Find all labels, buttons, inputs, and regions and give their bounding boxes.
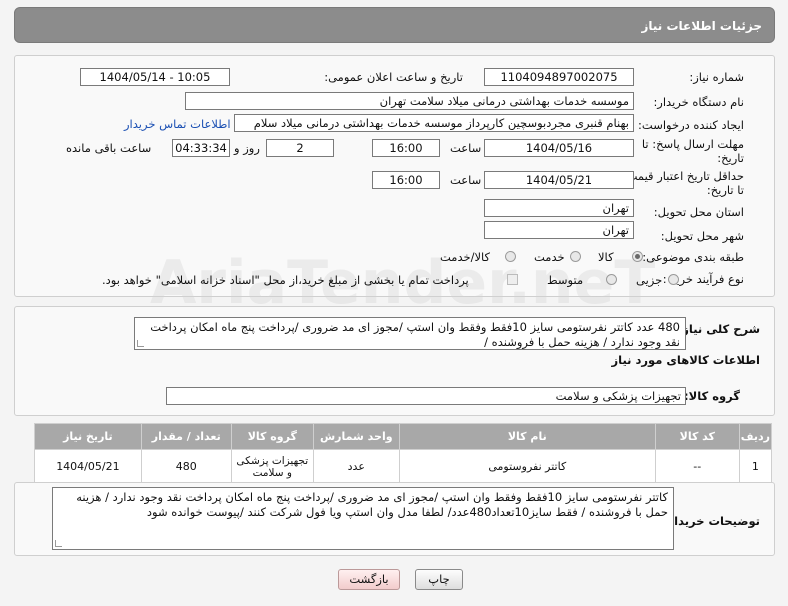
column-header: تاریخ نیاز — [34, 423, 142, 450]
reply-deadline-label: مهلت ارسال پاسخ: تا — [641, 137, 744, 151]
announce-label: تاریخ و ساعت اعلان عمومی: — [324, 70, 463, 84]
buyer-field: موسسه خدمات بهداشتی درمانی میلاد سلامت ت… — [185, 92, 634, 110]
days-field: 2 — [266, 139, 334, 157]
buyer-label: نام دستگاه خریدار: — [653, 95, 744, 109]
contact-buyer-link[interactable]: اطلاعات تماس خریدار — [124, 117, 231, 131]
province-label: استان محل تحویل: — [653, 205, 744, 219]
category-goods-label: کالا — [598, 250, 614, 264]
table-cell: 1404/05/21 — [34, 449, 142, 484]
table-header-row: ردیف کد کالا نام کالا واحد شمارش گروه کا… — [34, 423, 773, 450]
table-cell: عدد — [312, 449, 400, 484]
column-header: نام کالا — [398, 423, 656, 450]
description-label: شرح کلی نیاز: — [677, 322, 760, 336]
reply-time-label: ساعت — [450, 141, 482, 155]
remaining-label: ساعت باقی مانده — [66, 141, 152, 155]
days-label: روز و — [234, 141, 260, 155]
category-both-label: کالا/خدمت — [440, 250, 491, 264]
reply-deadline-label-2: تاریخ: — [717, 151, 744, 165]
announce-field: 1404/05/14 - 10:05 — [80, 68, 230, 86]
column-header: تعداد / مقدار — [140, 423, 232, 450]
reply-time-field: 16:00 — [372, 139, 440, 157]
creator-field: بهنام قنبری مجردبوسچین کارپرداز موسسه خد… — [234, 114, 634, 132]
category-radio-goods[interactable] — [632, 251, 643, 262]
goods-group-field: تجهیزات پزشکی و سلامت — [166, 387, 686, 405]
city-label: شهر محل تحویل: — [660, 229, 744, 243]
process-medium-label: متوسط — [547, 273, 584, 287]
page-title: جزئیات اطلاعات نیاز — [641, 19, 762, 33]
print-button[interactable]: چاپ — [415, 569, 463, 590]
table-cell: کاتتر نفروستومی — [398, 449, 656, 484]
resize-handle-icon[interactable] — [137, 340, 144, 347]
column-header: گروه کالا — [230, 423, 314, 450]
process-radio-minor[interactable] — [668, 274, 679, 285]
category-radio-both[interactable] — [505, 251, 516, 262]
table-cell: 1 — [738, 449, 773, 484]
price-validity-label: حداقل تاریخ اعتبار قیمت: — [622, 169, 744, 183]
price-time-field: 16:00 — [372, 171, 440, 189]
process-minor-label: جزیی — [636, 273, 663, 287]
category-label: طبقه بندی موضوعی: — [642, 250, 744, 264]
city-field: تهران — [484, 221, 634, 239]
back-button[interactable]: بازگشت — [338, 569, 400, 590]
category-service-label: خدمت — [534, 250, 565, 264]
column-header: واحد شمارش — [312, 423, 400, 450]
table-cell: 480 — [140, 449, 232, 484]
description-text[interactable]: 480 عدد کاتتر نفرستومی سایز 10فقط وفقط و… — [134, 317, 686, 350]
goods-section-title: اطلاعات کالاهای مورد نیاز — [611, 353, 760, 367]
goods-group-label: گروه کالا: — [684, 389, 740, 403]
reply-date-field: 1404/05/16 — [484, 139, 634, 157]
need-number-label: شماره نیاز: — [689, 70, 744, 84]
buyer-notes-text[interactable]: کاتتر نفرستومی سایز 10فقط وفقط وان استپ … — [52, 487, 674, 550]
page-header: جزئیات اطلاعات نیاز — [14, 7, 775, 43]
column-header: کد کالا — [654, 423, 740, 450]
process-radio-medium[interactable] — [606, 274, 617, 285]
province-field: تهران — [484, 199, 634, 217]
category-radio-service[interactable] — [570, 251, 581, 262]
table-cell: -- — [654, 449, 740, 484]
creator-label: ایجاد کننده درخواست: — [638, 118, 744, 132]
column-header: ردیف — [738, 423, 773, 450]
need-number-field: 1104094897002075 — [484, 68, 634, 86]
price-date-field: 1404/05/21 — [484, 171, 634, 189]
resize-handle-icon[interactable] — [55, 540, 62, 547]
table-row: 1 -- کاتتر نفروستومی عدد تجهیزات پزشکی و… — [34, 449, 773, 484]
goods-table: ردیف کد کالا نام کالا واحد شمارش گروه کا… — [34, 423, 773, 484]
remaining-time-field: 04:33:34 — [172, 139, 230, 157]
payment-note: پرداخت تمام یا بخشی از مبلغ خرید،از محل … — [102, 273, 469, 287]
buyer-notes-label: توضیحات خریدار: — [662, 514, 760, 528]
price-validity-label-2: تا تاریخ: — [706, 183, 744, 197]
table-cell: تجهیزات پزشکی و سلامت — [230, 449, 314, 484]
payment-checkbox[interactable] — [507, 274, 518, 285]
price-time-label: ساعت — [450, 173, 482, 187]
